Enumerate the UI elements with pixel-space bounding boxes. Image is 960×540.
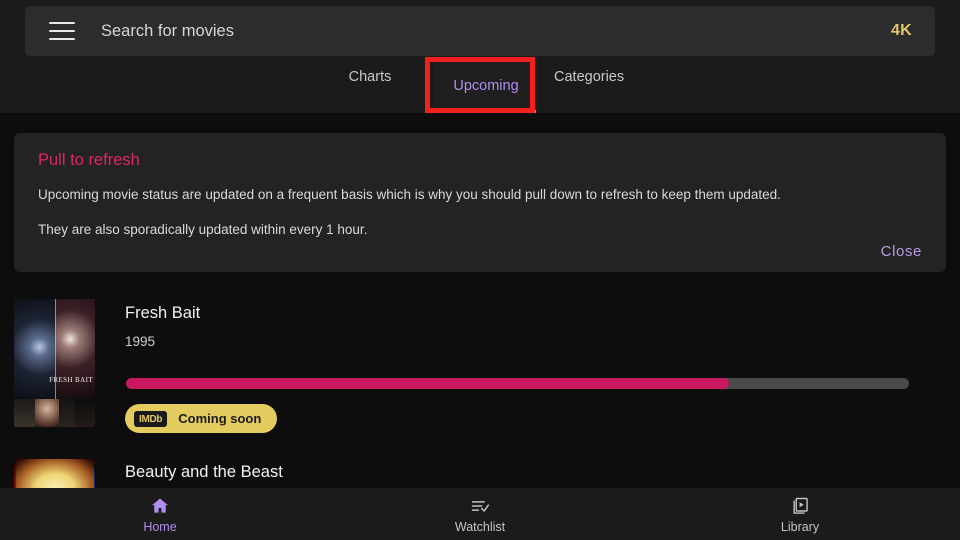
bottom-navigation: Home Watchlist Library <box>0 488 960 540</box>
poster-glow <box>15 459 94 488</box>
imdb-status-label: Coming soon <box>178 411 262 426</box>
movie-title: Beauty and the Beast <box>125 463 283 481</box>
nav-item-watchlist[interactable]: Watchlist <box>320 495 640 534</box>
progress-bar-fill <box>126 378 729 389</box>
quality-badge-4k[interactable]: 4K <box>891 22 912 40</box>
notice-paragraph-2: They are also sporadically updated withi… <box>38 222 368 237</box>
nav-label-watchlist: Watchlist <box>454 519 506 534</box>
hamburger-menu-icon[interactable] <box>49 22 75 40</box>
poster-caption: FRESH BAIT <box>49 375 93 384</box>
tab-upcoming[interactable]: Upcoming <box>434 57 538 113</box>
poster-divider <box>54 299 56 399</box>
movie-year: 1995 <box>125 334 156 349</box>
header: 4K Charts Upcoming Categories <box>0 0 960 113</box>
tab-charts[interactable]: Charts <box>332 57 408 86</box>
tab-categories[interactable]: Categories <box>546 57 628 86</box>
close-button[interactable]: Close <box>881 243 922 260</box>
movie-details: Fresh Bait 1995 IMDb Coming soon <box>125 299 925 433</box>
app-root: 4K Charts Upcoming Categories Pull to re… <box>0 0 960 540</box>
imdb-status-badge[interactable]: IMDb Coming soon <box>125 404 278 433</box>
main-content: Pull to refresh Upcoming movie status ar… <box>0 113 960 488</box>
pull-to-refresh-card: Pull to refresh Upcoming movie status ar… <box>14 133 946 272</box>
progress-bar[interactable] <box>126 378 909 389</box>
tab-categories-label: Categories <box>554 69 625 85</box>
movie-list-item[interactable]: FRESH BAIT Fresh Bait 1995 IMDb Coming s… <box>14 299 925 433</box>
imdb-logo-icon: IMDb <box>134 410 168 427</box>
movie-title: Fresh Bait <box>125 304 201 322</box>
tab-charts-label: Charts <box>348 69 392 85</box>
home-icon <box>149 495 171 517</box>
notice-paragraph-1: Upcoming movie status are updated on a f… <box>38 187 781 202</box>
movie-list-item[interactable]: Beauty and the Beast <box>14 458 925 488</box>
nav-item-home[interactable]: Home <box>0 495 320 534</box>
video-library-icon <box>789 495 811 517</box>
search-input[interactable] <box>101 21 891 41</box>
search-bar[interactable]: 4K <box>25 6 935 56</box>
movie-poster[interactable]: FRESH BAIT <box>14 299 95 427</box>
tab-bar: Charts Upcoming Categories <box>0 57 960 113</box>
poster-panel-left <box>14 299 55 399</box>
poster-filmstrip <box>14 398 95 427</box>
notice-title: Pull to refresh <box>38 151 140 169</box>
poster-panel-right <box>54 299 95 399</box>
movie-poster[interactable] <box>14 458 95 488</box>
movie-details: Beauty and the Beast <box>125 458 925 488</box>
nav-label-home: Home <box>143 519 177 534</box>
nav-label-library: Library <box>780 519 820 534</box>
playlist-check-icon <box>468 495 492 517</box>
nav-item-library[interactable]: Library <box>640 495 960 534</box>
tab-upcoming-label: Upcoming <box>453 78 519 94</box>
